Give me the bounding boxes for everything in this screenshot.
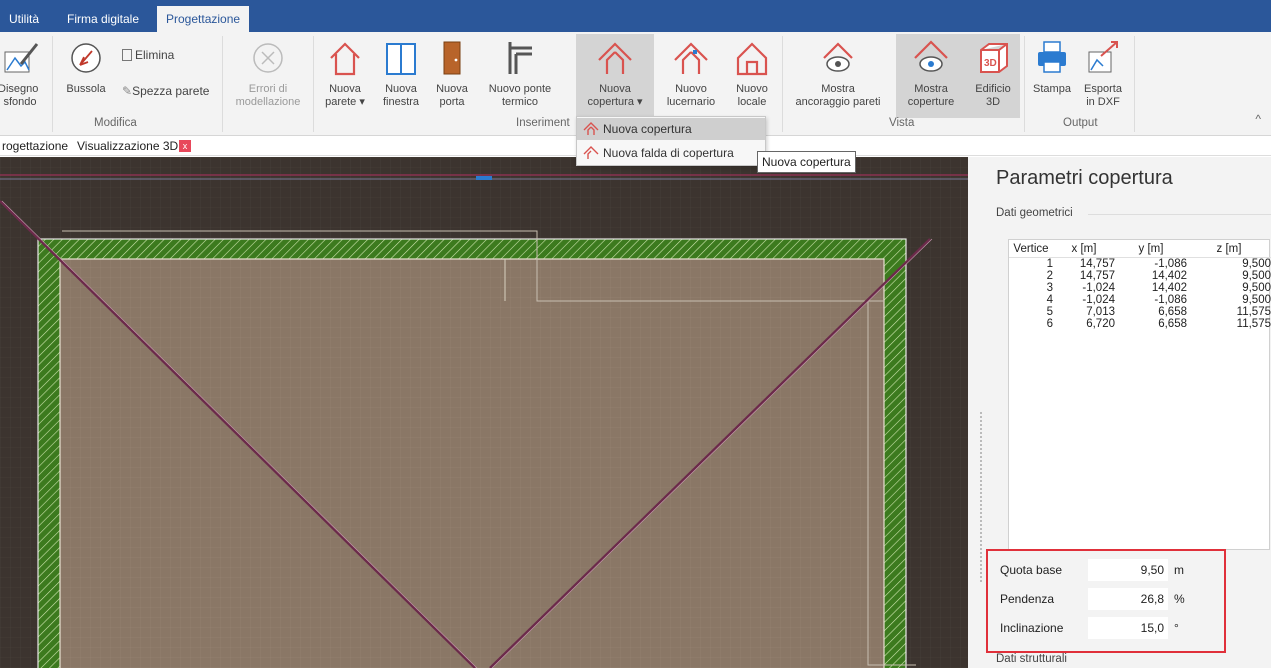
nuova-finestra-button[interactable]: Nuova finestra xyxy=(376,34,426,118)
menu-item-nuova-falda[interactable]: Nuova falda di copertura xyxy=(577,142,765,164)
marker-handle[interactable] xyxy=(476,176,492,180)
doctab-visualizzazione-3d[interactable]: Visualizzazione 3D xyxy=(77,139,178,153)
room-icon xyxy=(736,42,768,76)
ribbon-separator xyxy=(313,36,314,132)
app-window: Utilità Firma digitale Progettazione Dis… xyxy=(0,0,1271,668)
tab-utilita[interactable]: Utilità xyxy=(0,8,48,32)
edificio-3d-button[interactable]: 3D Edificio 3D xyxy=(966,34,1020,118)
menu-item-nuova-copertura[interactable]: Nuova copertura xyxy=(577,118,765,140)
mostra-coperture-button[interactable]: Mostra coperture xyxy=(896,34,966,118)
nuova-copertura-button[interactable]: Nuova copertura ▾ xyxy=(576,34,654,118)
errori-modellazione-button[interactable]: Errori di modellazione xyxy=(226,34,310,118)
ribbon-separator xyxy=(52,36,53,132)
roof-icon xyxy=(598,42,632,74)
tab-progettazione[interactable]: Progettazione xyxy=(157,6,250,32)
pendenza-input[interactable]: 26,8 xyxy=(1088,588,1168,610)
table-row[interactable]: 2 14,757 14,402 9,500 xyxy=(1009,270,1271,282)
nuova-parete-button[interactable]: Nuova parete ▾ xyxy=(318,34,372,118)
table-row[interactable]: 5 7,013 6,658 11,575 xyxy=(1009,306,1271,318)
close-tab-icon[interactable]: x xyxy=(179,140,191,152)
col-z[interactable]: z [m] xyxy=(1187,240,1271,258)
bussola-button[interactable]: Bussola xyxy=(62,34,110,118)
floor-plan-drawing[interactable] xyxy=(0,157,968,668)
pen-icon: ✎ xyxy=(122,84,133,98)
spezza-parete-button[interactable]: ✎Spezza parete xyxy=(122,84,209,98)
vertices-table: Vertice x [m] y [m] z [m] 1 14,757 -1,086 9… xyxy=(1008,239,1271,550)
ribbon-separator xyxy=(782,36,783,132)
door-icon xyxy=(443,41,461,75)
roof-pitch-icon xyxy=(583,146,599,159)
group-output: Output xyxy=(1063,117,1098,129)
mostra-ancoraggio-button[interactable]: Mostra ancoraggio pareti xyxy=(788,34,888,118)
tooltip: Nuova copertura xyxy=(757,151,856,173)
nuova-porta-button[interactable]: Nuova porta xyxy=(430,34,474,118)
disegno-sfondo-button[interactable]: Disegno i sfondo xyxy=(0,34,46,118)
group-inserimento: Inseriment xyxy=(516,117,570,129)
ribbon-separator xyxy=(1134,36,1135,132)
table-row[interactable]: 4 -1,024 -1,086 9,500 xyxy=(1009,294,1271,306)
nuova-copertura-dropdown: Nuova copertura Nuova falda di copertura xyxy=(576,116,766,166)
skylight-icon xyxy=(674,42,708,74)
error-circle-icon xyxy=(253,43,283,73)
thermal-bridge-icon xyxy=(508,42,532,74)
svg-text:3D: 3D xyxy=(984,58,997,69)
trash-icon xyxy=(122,49,132,61)
panel-title: Parametri copertura xyxy=(996,167,1173,189)
compass-icon xyxy=(71,43,101,73)
nuovo-locale-button[interactable]: Nuovo locale xyxy=(728,34,776,118)
elimina-button[interactable]: Elimina xyxy=(122,48,174,62)
row-inclinazione: Inclinazione 15,0 ° xyxy=(1000,617,1220,639)
resize-grip[interactable] xyxy=(980,412,984,582)
table-header-row: Vertice x [m] y [m] z [m] xyxy=(1009,240,1271,258)
col-y[interactable]: y [m] xyxy=(1115,240,1187,258)
roof-view-icon xyxy=(914,40,948,72)
quota-base-input[interactable]: 9,50 xyxy=(1088,559,1168,581)
cube-3d-icon: 3D xyxy=(980,43,1008,73)
section-dati-strutturali: Dati strutturali xyxy=(996,653,1067,665)
stampa-button[interactable]: Stampa xyxy=(1028,34,1076,118)
ribbon-separator xyxy=(1024,36,1025,132)
table-row[interactable]: 6 6,720 6,658 11,575 xyxy=(1009,318,1271,330)
tab-firma-digitale[interactable]: Firma digitale xyxy=(58,8,148,32)
doctab-progettazione[interactable]: rogettazione xyxy=(2,139,68,153)
col-vertice[interactable]: Vertice xyxy=(1009,240,1053,258)
export-dxf-icon xyxy=(1088,41,1118,73)
row-quota-base: Quota base 9,50 m xyxy=(1000,559,1220,581)
esporta-dxf-button[interactable]: Esporta in DXF xyxy=(1078,34,1128,118)
drawing-canvas[interactable] xyxy=(0,157,968,668)
roof-parameters-box: Quota base 9,50 m Pendenza 26,8 % Inclin… xyxy=(986,549,1226,653)
group-vista: Vista xyxy=(889,117,915,129)
ribbon-separator xyxy=(222,36,223,132)
printer-icon xyxy=(1038,41,1066,73)
section-divider xyxy=(1088,214,1271,215)
window-icon xyxy=(386,43,416,75)
nuovo-lucernario-button[interactable]: Nuovo lucernario xyxy=(658,34,724,118)
anchor-view-icon xyxy=(823,42,853,72)
table-row[interactable]: 1 14,757 -1,086 9,500 xyxy=(1009,257,1271,270)
table-row[interactable]: 3 -1,024 14,402 9,500 xyxy=(1009,282,1271,294)
menu-bar: Utilità Firma digitale Progettazione xyxy=(0,0,1271,32)
collapse-ribbon-icon[interactable]: ^ xyxy=(1255,112,1261,126)
background-drawing-icon xyxy=(4,43,39,73)
row-pendenza: Pendenza 26,8 % xyxy=(1000,588,1220,610)
section-dati-geometrici: Dati geometrici xyxy=(996,207,1073,219)
properties-panel: Parametri copertura Dati geometrici Vert… xyxy=(968,157,1271,668)
group-modifica: Modifica xyxy=(94,117,137,129)
inclinazione-input[interactable]: 15,0 xyxy=(1088,617,1168,639)
roof-icon xyxy=(583,122,599,135)
nuovo-ponte-termico-button[interactable]: Nuovo ponte termico xyxy=(480,34,560,118)
col-x[interactable]: x [m] xyxy=(1053,240,1115,258)
house-outline-icon xyxy=(330,42,360,76)
roof-grid xyxy=(60,259,884,668)
